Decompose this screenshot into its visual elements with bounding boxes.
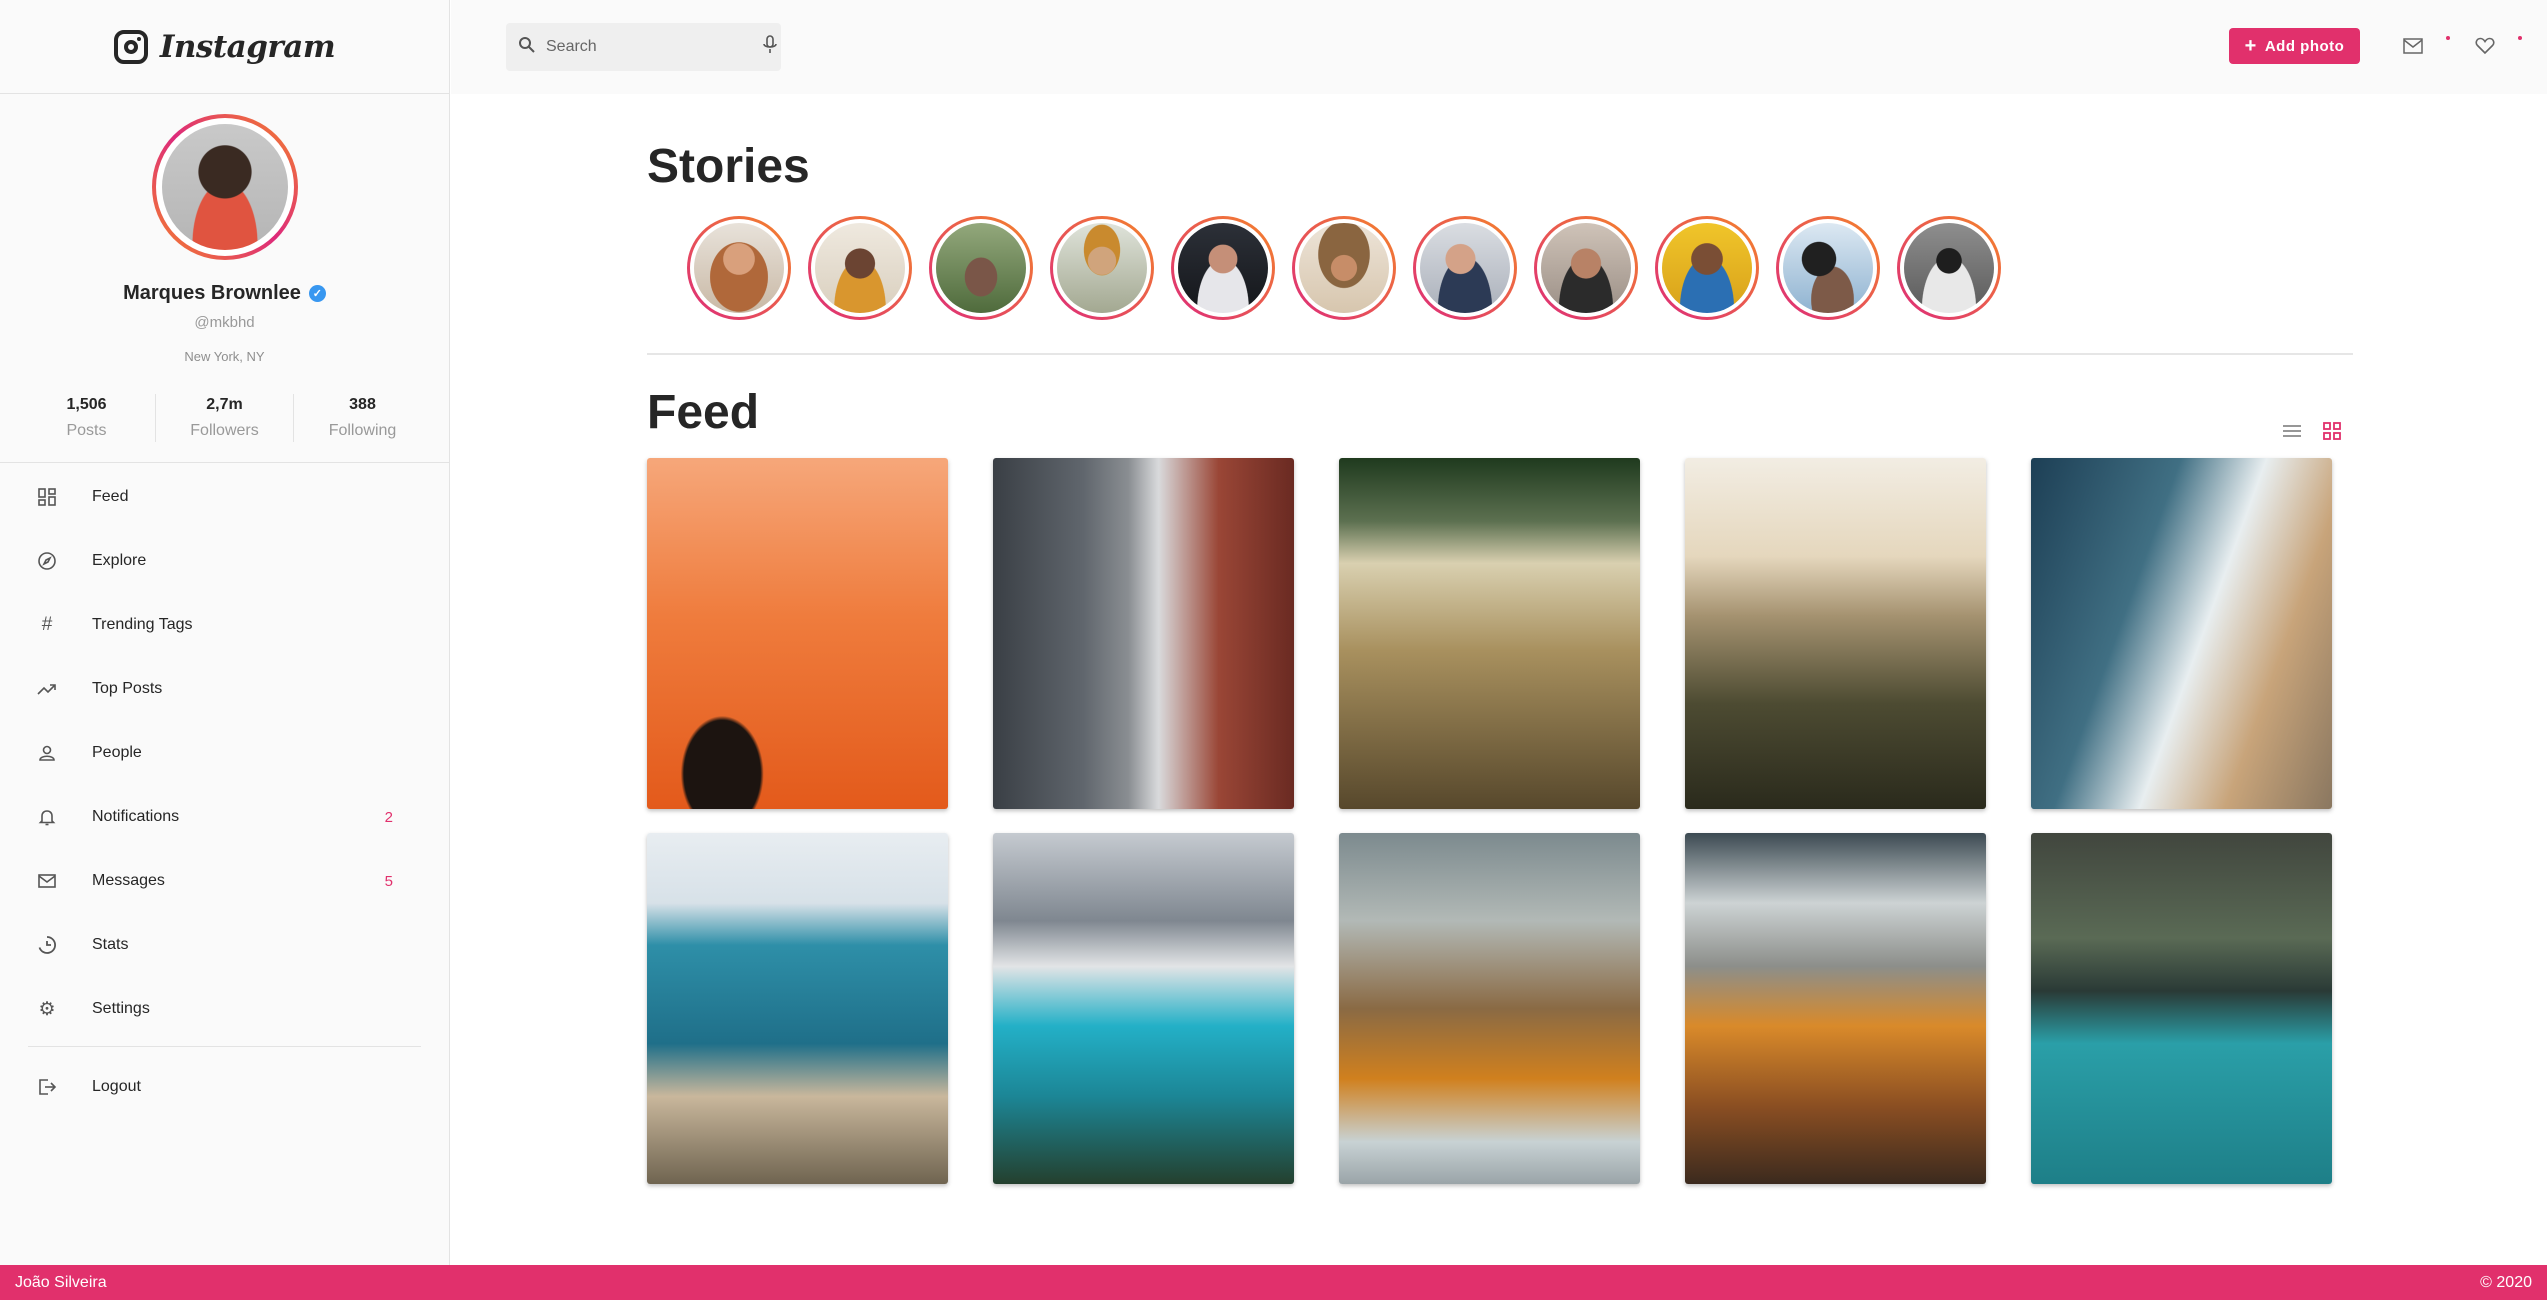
bell-icon — [36, 806, 58, 828]
profile-card: Marques Brownlee ✓ @mkbhd New York, NY 1… — [0, 94, 449, 463]
mail-icon — [36, 870, 58, 892]
story-avatar[interactable] — [808, 216, 912, 320]
sidebar-item-messages[interactable]: Messages 5 — [0, 849, 449, 913]
person-icon — [36, 742, 58, 764]
sidebar-item-feed[interactable]: Feed — [0, 465, 449, 529]
main-content: Stories Feed — [647, 94, 2353, 1184]
stat-followers[interactable]: 2,7m Followers — [156, 394, 294, 442]
stat-value: 388 — [349, 396, 376, 413]
stat-value: 1,506 — [66, 396, 107, 413]
sidebar-item-label: Top Posts — [92, 680, 163, 697]
heart-icon[interactable] — [2473, 34, 2497, 58]
sidebar-item-label: Messages — [92, 872, 165, 889]
profile-name: Marques Brownlee — [123, 282, 301, 304]
sidebar-item-trending-tags[interactable]: # Trending Tags — [0, 593, 449, 657]
feed-photo[interactable] — [1685, 833, 1986, 1184]
story-avatar[interactable] — [687, 216, 791, 320]
sidebar-item-stats[interactable]: Stats — [0, 913, 449, 977]
profile-stats: 1,506 Posts 2,7m Followers 388 Following — [0, 394, 449, 442]
add-photo-button[interactable]: + Add photo — [2229, 28, 2360, 64]
messages-count-badge: 5 — [384, 872, 393, 890]
stat-label: Followers — [190, 422, 259, 439]
feed-photo[interactable] — [647, 458, 948, 809]
story-avatar[interactable] — [1897, 216, 2001, 320]
stat-value: 2,7m — [206, 396, 243, 413]
story-avatar[interactable] — [1292, 216, 1396, 320]
messages-indicator-dot — [2446, 36, 2450, 40]
feed-grid — [647, 458, 2353, 1184]
feed-photo[interactable] — [2031, 833, 2332, 1184]
logout-icon — [36, 1076, 58, 1098]
sidebar-item-people[interactable]: People — [0, 721, 449, 785]
sidebar-item-label: Logout — [92, 1078, 141, 1095]
notifications-indicator-dot — [2518, 36, 2522, 40]
stat-label: Following — [328, 422, 397, 439]
story-avatar[interactable] — [1413, 216, 1517, 320]
feed-photo[interactable] — [993, 833, 1294, 1184]
search-input[interactable] — [546, 38, 753, 56]
stat-posts[interactable]: 1,506 Posts — [18, 394, 156, 442]
search-icon — [518, 36, 536, 59]
story-avatar[interactable] — [1655, 216, 1759, 320]
profile-handle: @mkbhd — [194, 314, 255, 331]
add-photo-label: Add photo — [2264, 37, 2345, 55]
grid-icon — [36, 486, 58, 508]
logo[interactable]: Instagram — [0, 0, 449, 94]
feed-photo[interactable] — [2031, 458, 2332, 809]
sidebar-item-notifications[interactable]: Notifications 2 — [0, 785, 449, 849]
compass-icon — [36, 550, 58, 572]
verified-badge-icon: ✓ — [308, 285, 326, 302]
search-bar[interactable] — [506, 23, 781, 71]
gear-icon: ⚙ — [38, 998, 56, 1020]
logo-text: Instagram — [159, 28, 336, 65]
sidebar-item-explore[interactable]: Explore — [0, 529, 449, 593]
notifications-count-badge: 2 — [384, 808, 393, 826]
sidebar-item-label: Feed — [92, 488, 129, 505]
sidebar-item-label: Explore — [92, 552, 147, 569]
stat-label: Posts — [66, 422, 107, 439]
feed-photo[interactable] — [647, 833, 948, 1184]
view-toggle — [2281, 420, 2343, 442]
top-bar: + Add photo — [451, 0, 2547, 94]
story-avatar[interactable] — [1050, 216, 1154, 320]
stat-following[interactable]: 388 Following — [294, 394, 431, 442]
sidebar-item-top-posts[interactable]: Top Posts — [0, 657, 449, 721]
sidebar-item-label: Stats — [92, 936, 129, 953]
profile-avatar[interactable] — [151, 114, 298, 260]
sidebar-item-label: Notifications — [92, 808, 180, 825]
feed-photo[interactable] — [1339, 458, 1640, 809]
footer: João Silveira © 2020 — [0, 1265, 2547, 1300]
hashtag-icon: # — [41, 614, 53, 635]
story-avatar[interactable] — [1534, 216, 1638, 320]
story-avatar[interactable] — [1171, 216, 1275, 320]
sidebar-item-label: People — [92, 744, 142, 761]
messages-mail-icon[interactable] — [2401, 34, 2425, 58]
feed-title: Feed — [647, 386, 760, 439]
sidebar-nav: Feed Explore # Trending Tags Top Posts P… — [0, 463, 449, 1119]
feed-photo[interactable] — [1339, 833, 1640, 1184]
microphone-icon[interactable] — [763, 34, 777, 60]
instagram-logo-icon — [113, 29, 148, 64]
stories-row — [647, 216, 2353, 355]
story-avatar[interactable] — [1776, 216, 1880, 320]
plus-icon: + — [2244, 35, 2257, 57]
nav-divider — [28, 1046, 421, 1047]
footer-author[interactable]: João Silveira — [15, 1274, 107, 1292]
story-avatar[interactable] — [929, 216, 1033, 320]
sidebar-item-label: Settings — [92, 1000, 150, 1017]
profile-location: New York, NY — [184, 349, 265, 364]
trending-icon — [36, 678, 58, 700]
pie-chart-icon — [36, 934, 58, 956]
list-view-icon[interactable] — [2281, 420, 2303, 442]
sidebar-item-logout[interactable]: Logout — [0, 1055, 449, 1119]
footer-copyright: © 2020 — [2480, 1273, 2532, 1291]
stories-title: Stories — [647, 140, 810, 193]
sidebar-item-settings[interactable]: ⚙ Settings — [0, 977, 449, 1041]
sidebar: Instagram Marques Brownlee ✓ @mkbhd New … — [0, 0, 450, 1265]
sidebar-item-label: Trending Tags — [92, 616, 193, 633]
feed-photo[interactable] — [1685, 458, 1986, 809]
grid-view-icon[interactable] — [2321, 420, 2343, 442]
feed-photo[interactable] — [993, 458, 1294, 809]
